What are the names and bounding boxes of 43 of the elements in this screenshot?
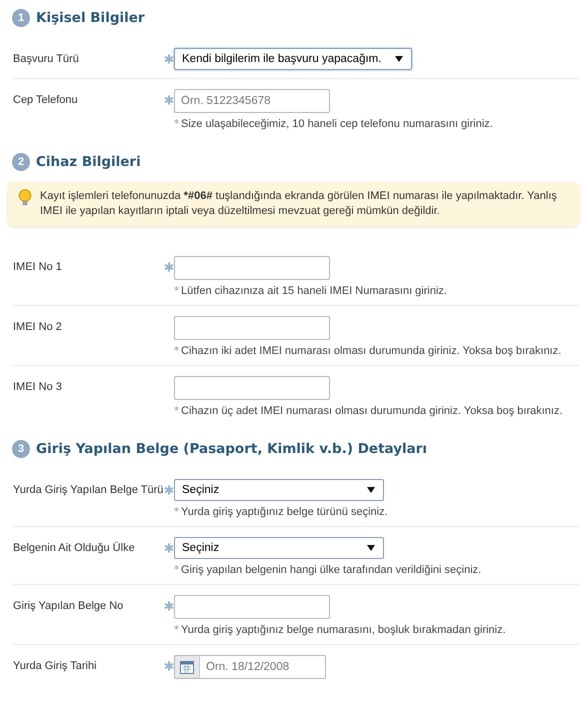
hint-mark-icon [174,507,179,512]
dropdown[interactable]: Kendi bilgilerim ile başvuru yapacağım. [174,48,412,70]
section-title: Kişisel Bilgiler [36,10,145,26]
hint-text: Yurda giriş yaptığınız belge numarasını, boşluk bırakmadan giriniz. [181,624,506,636]
dropdown[interactable]: Seçiniz [174,537,384,559]
step-number: 3 [12,440,30,458]
field-label: Yurda Giriş Yapılan Belge Türü [12,483,164,498]
text-field[interactable] [174,376,330,400]
calendar-icon [180,660,194,674]
hint-text: Giriş yapılan belgenin hangi ülke tarafından verildiğini seçiniz. [181,564,482,576]
field-label: Başvuru Türü [12,52,80,67]
hint-mark-icon [174,406,179,411]
hint-text: Cihazın iki adet IMEI numarası olması durumunda giriniz. Yoksa boş bırakınız. [181,345,562,357]
hint-text: Size ulaşabileceğimiz, 10 haneli cep telefonu numarasını giriniz. [181,118,493,130]
hint-mark-icon [174,346,179,351]
text-field[interactable] [174,316,330,340]
field-label: Cep Telefonu [12,93,79,108]
step-number: 1 [12,9,30,27]
text-field[interactable] [174,256,330,280]
caret-icon [367,487,375,493]
field-label: IMEI No 3 [12,380,63,395]
field-label: Giriş Yapılan Belge No [12,599,124,614]
hint-text: Lütfen cihazınıza ait 15 haneli IMEI Numarasını giriniz. [181,285,447,297]
lightbulb-icon [18,189,32,207]
calendar-button[interactable] [174,655,200,679]
field-label: Belgenin Ait Olduğu Ülke [12,540,136,556]
step-number: 2 [12,153,30,171]
section-title: Giriş Yapılan Belge (Pasaport, Kimlik v.b.) Detayları [36,441,428,457]
hint-mark-icon [174,625,179,630]
field-label: Yurda Giriş Tarihi [12,659,98,674]
hint-text: Yurda giriş yaptığınız belge türünü seçiniz. [181,506,388,518]
hint-mark-icon [174,286,179,291]
dropdown[interactable]: Seçiniz [174,479,384,501]
text-field[interactable] [174,595,330,619]
field-label: IMEI No 1 [12,260,63,275]
field-label: IMEI No 2 [12,320,63,335]
section-title: Cihaz Bilgileri [36,154,141,170]
caret-icon [367,545,375,551]
hint-text: Cihazın üç adet IMEI numarası olması durumunda giriniz. Yoksa boş bırakınız. [181,405,563,417]
notice-text: Kayıt işlemleri telefonunuzda *#06# tuşlandığında ekranda görülen IMEI numarası ile yapılmaktadır. Yanlış IMEI ile yapılan kayıtların iptali veya düzeltilmesi mevzuat gereği mümkün değildir. [40,189,558,219]
hint-mark-icon [174,119,179,124]
caret-icon [395,56,404,62]
hint-mark-icon [174,565,179,570]
